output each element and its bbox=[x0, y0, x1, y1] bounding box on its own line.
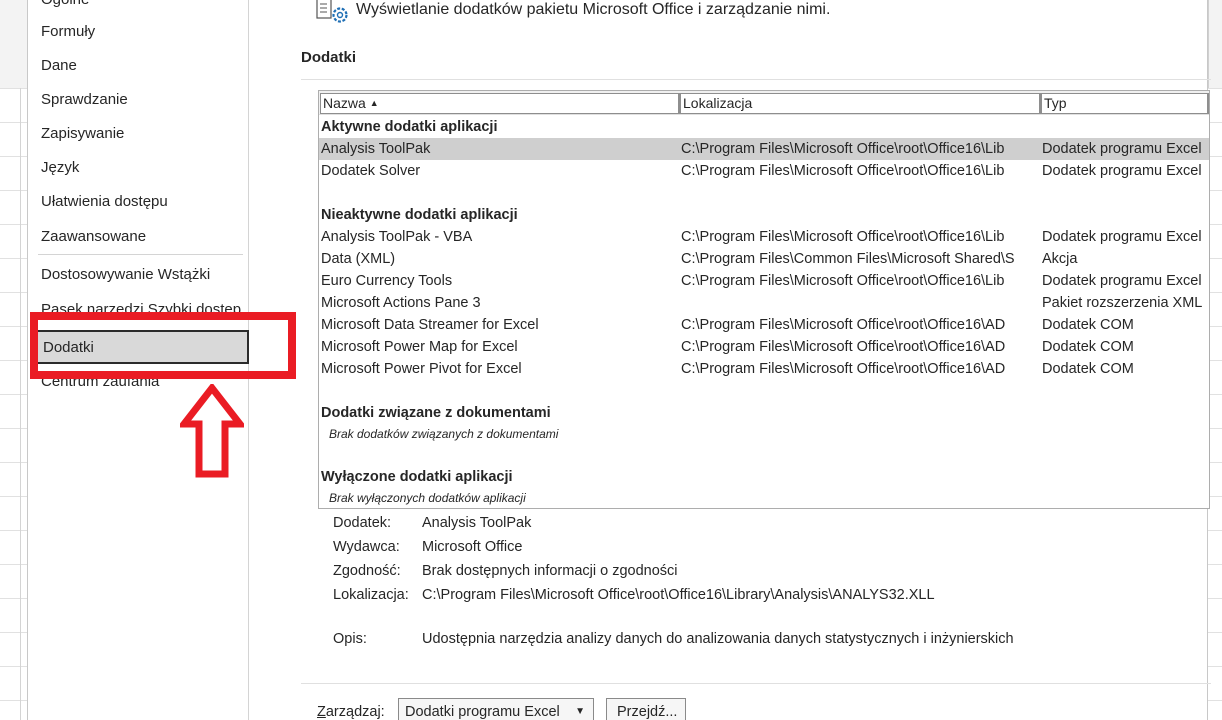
chevron-down-icon: ▼ bbox=[575, 706, 585, 717]
arrow-up-icon bbox=[180, 384, 244, 478]
group-document: Dodatki związane z dokumentami bbox=[321, 405, 551, 421]
column-header-typ[interactable]: Typ bbox=[1041, 93, 1209, 114]
sort-ascending-icon: ▲ bbox=[369, 98, 379, 108]
group-disabled: Wyłączone dodatki aplikacji bbox=[321, 469, 513, 485]
section-title: Dodatki bbox=[301, 49, 357, 66]
nav-item-ulatwienia-dostepu[interactable]: Ułatwienia dostępu bbox=[31, 187, 247, 217]
list-item[interactable]: Microsoft Actions Pane 3 Pakiet rozszerz… bbox=[319, 292, 1209, 314]
list-item[interactable]: Microsoft Power Pivot for Excel C:\Progr… bbox=[319, 358, 1209, 380]
list-item[interactable]: Data (XML) C:\Program Files\Common Files… bbox=[319, 248, 1209, 270]
nav-item-sprawdzanie[interactable]: Sprawdzanie bbox=[31, 85, 247, 115]
nav-item-jezyk[interactable]: Język bbox=[31, 153, 247, 183]
group-disabled-empty: Brak wyłączonych dodatków aplikacji bbox=[329, 491, 526, 505]
list-item[interactable]: Analysis ToolPak C:\Program Files\Micros… bbox=[319, 138, 1209, 160]
highlight-box bbox=[30, 312, 296, 379]
worksheet-background-right bbox=[1208, 0, 1222, 720]
nav-item-ogolne[interactable]: Ogólne bbox=[31, 0, 247, 15]
nav-item-zapisywanie[interactable]: Zapisywanie bbox=[31, 119, 247, 149]
manage-select[interactable]: Dodatki programu Excel ▼ bbox=[398, 698, 594, 720]
group-inactive: Nieaktywne dodatki aplikacji bbox=[321, 207, 518, 223]
addins-pane: Wyświetlanie dodatków pakietu Microsoft … bbox=[250, 0, 1211, 720]
list-item[interactable]: Euro Currency Tools C:\Program Files\Mic… bbox=[319, 270, 1209, 292]
nav-item-formuly[interactable]: Formuły bbox=[31, 17, 247, 47]
manage-label: Zarządzaj: bbox=[317, 704, 385, 720]
group-active: Aktywne dodatki aplikacji bbox=[321, 119, 498, 135]
nav-item-dane[interactable]: Dane bbox=[31, 51, 247, 81]
group-document-empty: Brak dodatków związanych z dokumentami bbox=[329, 427, 559, 441]
go-button[interactable]: Przejdź... bbox=[606, 698, 686, 720]
list-header: Nazwa ▲ Lokalizacja Typ bbox=[319, 91, 1209, 115]
list-item[interactable]: Dodatek Solver C:\Program Files\Microsof… bbox=[319, 160, 1209, 182]
nav-item-dostosowywanie-wstazki[interactable]: Dostosowywanie Wstążki bbox=[31, 260, 247, 290]
ribbon-background bbox=[0, 0, 28, 88]
column-header-lokalizacja[interactable]: Lokalizacja bbox=[680, 93, 1041, 114]
list-item[interactable]: Microsoft Data Streamer for Excel C:\Pro… bbox=[319, 314, 1209, 336]
excel-options-dialog: Ogólne Formuły Dane Sprawdzanie Zapisywa… bbox=[27, 0, 1211, 720]
ribbon-background bbox=[1208, 0, 1222, 88]
addins-list[interactable]: Nazwa ▲ Lokalizacja Typ Aktywne dodatki a… bbox=[318, 90, 1210, 509]
worksheet-background-left bbox=[0, 0, 28, 720]
list-item[interactable]: Microsoft Power Map for Excel C:\Program… bbox=[319, 336, 1209, 358]
list-item[interactable]: Analysis ToolPak - VBA C:\Program Files\… bbox=[319, 226, 1209, 248]
pane-description: Wyświetlanie dodatków pakietu Microsoft … bbox=[356, 1, 831, 18]
nav-item-zaawansowane[interactable]: Zaawansowane bbox=[31, 222, 247, 252]
addins-gear-icon bbox=[316, 0, 348, 23]
nav-separator bbox=[38, 254, 243, 255]
column-header-nazwa[interactable]: Nazwa ▲ bbox=[320, 93, 680, 114]
